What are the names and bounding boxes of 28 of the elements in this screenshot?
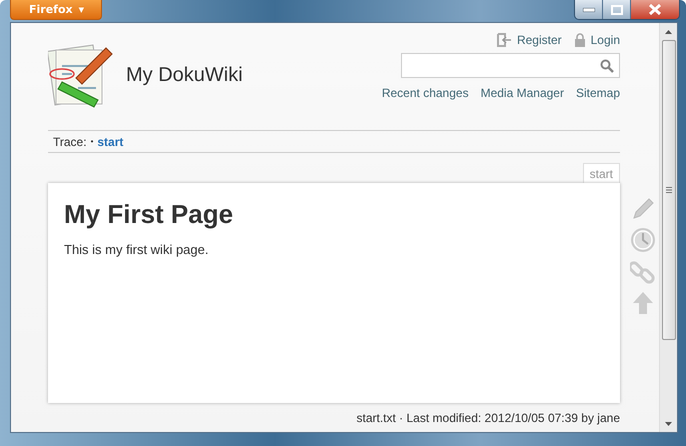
search-icon[interactable] bbox=[600, 58, 614, 72]
maximize-button[interactable] bbox=[603, 0, 631, 19]
pencil-icon[interactable] bbox=[631, 197, 655, 221]
lock-icon bbox=[574, 33, 586, 47]
clock-icon[interactable] bbox=[630, 227, 656, 253]
login-link[interactable]: Login bbox=[574, 33, 620, 47]
page-heading: My First Page bbox=[64, 199, 234, 230]
close-button[interactable] bbox=[631, 0, 679, 19]
site-tool-link[interactable]: Media Manager bbox=[480, 86, 564, 100]
breadcrumb-link[interactable]: start bbox=[97, 134, 124, 148]
minimize-icon bbox=[582, 8, 594, 12]
last-modified-text: start.txt · Last modified: 2012/10/05 07:39 by jane bbox=[356, 411, 620, 425]
scroll-up-icon[interactable] bbox=[665, 30, 672, 34]
breadcrumb-label: Trace: bbox=[53, 134, 87, 148]
grip-icon bbox=[666, 187, 672, 193]
minimize-button[interactable] bbox=[575, 0, 603, 19]
breadcrumb-separator: • bbox=[90, 137, 94, 146]
site-tool-link[interactable]: Recent changes bbox=[382, 86, 469, 100]
maximize-icon bbox=[610, 4, 622, 14]
close-icon bbox=[649, 4, 661, 15]
register-link[interactable]: Register bbox=[496, 33, 562, 47]
page-text: This is my first wiki page. bbox=[64, 242, 210, 257]
scrollbar[interactable] bbox=[659, 23, 677, 432]
search-field[interactable] bbox=[401, 53, 620, 78]
scroll-down-icon[interactable] bbox=[665, 422, 672, 426]
site-title[interactable]: My DokuWiki bbox=[126, 64, 243, 86]
site-tool-link[interactable]: Sitemap bbox=[576, 86, 620, 100]
sign-in-icon bbox=[496, 33, 512, 47]
